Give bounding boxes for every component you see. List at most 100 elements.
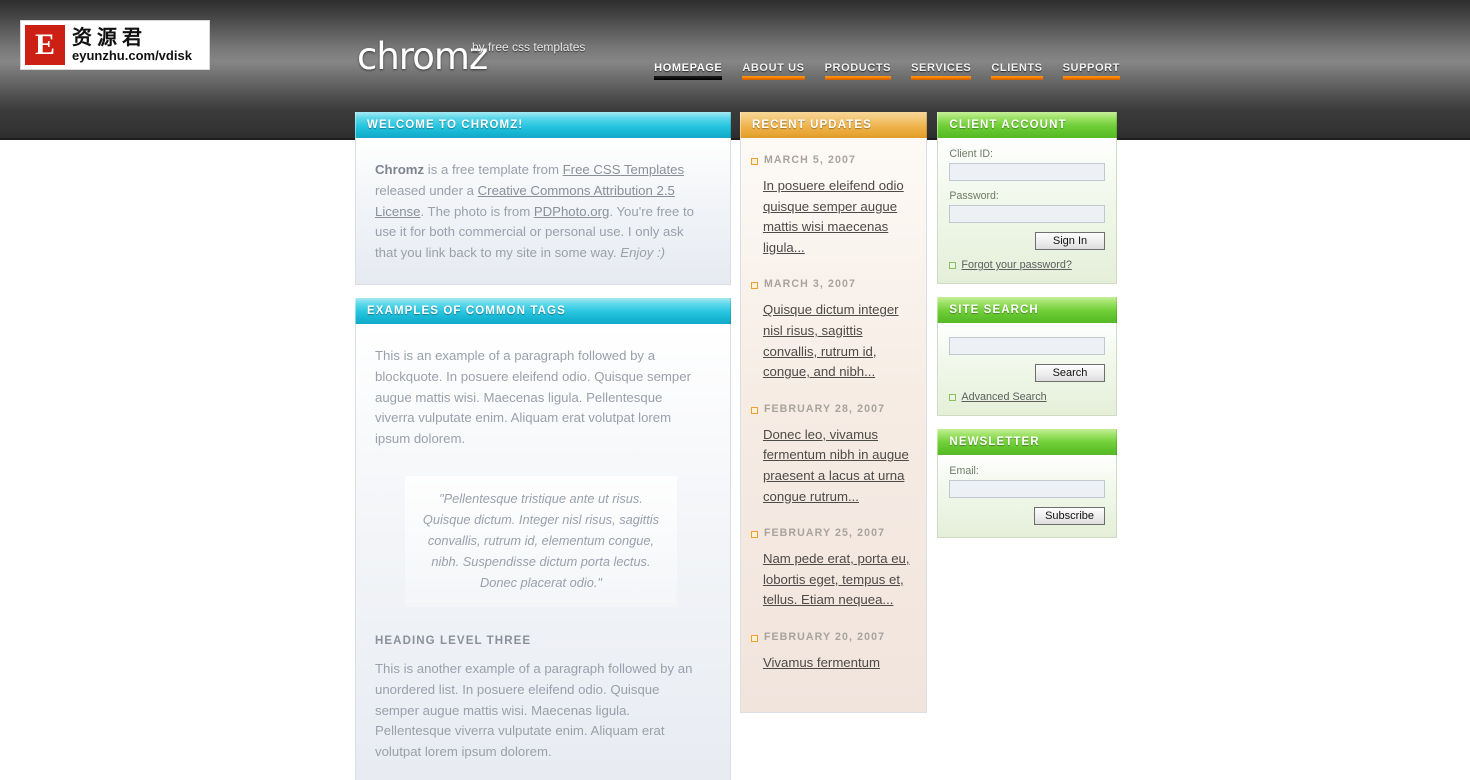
welcome-enjoy-em: Enjoy :) xyxy=(620,245,666,261)
recent-updates-body: MARCH 5, 2007 In posuere eleifend odio q… xyxy=(739,138,928,713)
update-link[interactable]: Nam pede erat, porta eu, lobortis eget, … xyxy=(751,549,914,611)
nav-underline xyxy=(824,76,892,80)
sign-in-button[interactable]: Sign In xyxy=(1035,232,1105,250)
welcome-brand-strong: Chromz xyxy=(375,162,425,177)
bullet-square-icon xyxy=(949,393,957,401)
welcome-paragraph: Chromz is a free template from Free CSS … xyxy=(375,160,705,264)
site-title: chromz xyxy=(357,35,488,78)
newsletter-title: NEWSLETTER xyxy=(949,436,1040,448)
site-search-header: SITE SEARCH xyxy=(937,297,1117,323)
watermark-logo: E 资源君 eyunzhu.com/vdisk xyxy=(20,20,210,70)
nav-underline xyxy=(991,76,1043,80)
forgot-password-row: Forgot your password? xyxy=(949,259,1105,271)
update-date: FEBRUARY 25, 2007 xyxy=(763,527,886,540)
newsletter-email-label: Email: xyxy=(949,465,979,477)
advanced-search-row: Advanced Search xyxy=(949,391,1105,403)
newsletter-panel: NEWSLETTER Email: Subscribe xyxy=(937,429,1117,538)
main-navigation: HOMEPAGE ABOUT US PRODUCTS SERVICES CLIE… xyxy=(654,62,1120,82)
link-pdphoto[interactable]: PDPhoto.org xyxy=(534,204,610,219)
advanced-search-link[interactable]: Advanced Search xyxy=(961,391,1046,403)
examples-blockquote: "Pellentesque tristique ante ut risus. Q… xyxy=(405,475,677,607)
newsletter-header: NEWSLETTER xyxy=(937,429,1117,455)
recent-updates-panel: RECENT UPDATES MARCH 5, 2007 In posuere … xyxy=(739,112,928,713)
bullet-square-icon xyxy=(750,634,758,642)
update-date: MARCH 5, 2007 xyxy=(763,154,856,166)
examples-panel-title: EXAMPLES OF COMMON TAGS xyxy=(367,304,566,317)
update-date: FEBRUARY 20, 2007 xyxy=(763,630,886,643)
nav-underline xyxy=(1062,76,1120,80)
update-link[interactable]: Donec leo, vivamus fermentum nibh in aug… xyxy=(751,425,914,507)
nav-item-clients[interactable]: CLIENTS xyxy=(991,62,1043,82)
nav-label: CLIENTS xyxy=(991,62,1043,74)
recent-updates-header: RECENT UPDATES xyxy=(739,112,928,138)
subscribe-button-row: Subscribe xyxy=(949,507,1105,525)
site-tagline: by free css templates xyxy=(472,40,586,54)
welcome-panel-header: WELCOME TO CHROMZ! xyxy=(355,112,731,138)
client-account-panel: CLIENT ACCOUNT Client ID: Password: Sign… xyxy=(937,112,1117,284)
examples-paragraph-2: This is another example of a paragraph f… xyxy=(375,660,693,760)
nav-item-homepage[interactable]: HOMEPAGE xyxy=(654,62,723,82)
update-link[interactable]: In posuere eleifend odio quisque semper … xyxy=(751,176,914,258)
client-account-title: CLIENT ACCOUNT xyxy=(949,119,1067,131)
site-search-body: Search Advanced Search xyxy=(937,323,1117,416)
page-root: E 资源君 eyunzhu.com/vdisk chromz by free c… xyxy=(0,0,1470,780)
site-search-panel: SITE SEARCH Search Advanced Search xyxy=(937,297,1117,416)
welcome-text-c: released under a xyxy=(375,182,478,198)
examples-panel-body: This is an example of a paragraph follow… xyxy=(355,323,731,780)
client-id-input[interactable] xyxy=(949,163,1105,181)
nav-item-support[interactable]: SUPPORT xyxy=(1062,62,1120,82)
client-id-label: Client ID: xyxy=(949,148,993,160)
nav-item-products[interactable]: PRODUCTS xyxy=(824,62,892,82)
update-link[interactable]: Quisque dictum integer nisl risus, sagit… xyxy=(751,300,914,382)
recent-updates-column: RECENT UPDATES MARCH 5, 2007 In posuere … xyxy=(739,112,928,780)
newsletter-body: Email: Subscribe xyxy=(937,455,1117,538)
search-input[interactable] xyxy=(949,337,1105,355)
update-date-row: MARCH 5, 2007 xyxy=(750,154,914,166)
link-free-css-templates[interactable]: Free CSS Templates xyxy=(563,162,684,177)
watermark-chinese-label: 资源君 xyxy=(72,25,147,50)
examples-heading-three: HEADING LEVEL THREE xyxy=(375,634,532,647)
brand: chromz by free css templates xyxy=(357,35,585,78)
list-item: FEBRUARY 25, 2007 Nam pede erat, porta e… xyxy=(750,527,914,611)
bullet-square-icon xyxy=(949,261,957,269)
nav-underline xyxy=(911,76,972,80)
password-input[interactable] xyxy=(949,205,1105,223)
update-date-row: MARCH 3, 2007 xyxy=(750,278,914,291)
main-column: WELCOME TO CHROMZ! Chromz is a free temp… xyxy=(355,112,731,780)
content-columns: WELCOME TO CHROMZ! Chromz is a free temp… xyxy=(355,112,1117,780)
bullet-square-icon xyxy=(750,406,758,414)
search-button[interactable]: Search xyxy=(1035,364,1105,382)
examples-panel: EXAMPLES OF COMMON TAGS This is an examp… xyxy=(355,297,731,780)
nav-item-about-us[interactable]: ABOUT US xyxy=(742,62,805,82)
update-date-row: FEBRUARY 20, 2007 xyxy=(750,630,914,643)
update-date: MARCH 3, 2007 xyxy=(763,278,856,291)
watermark-text: 资源君 eyunzhu.com/vdisk xyxy=(72,26,192,63)
nav-item-services[interactable]: SERVICES xyxy=(911,62,972,82)
update-date: FEBRUARY 28, 2007 xyxy=(763,402,886,415)
list-item: MARCH 5, 2007 In posuere eleifend odio q… xyxy=(750,154,914,258)
update-link[interactable]: Vivamus fermentum xyxy=(751,653,914,674)
password-label: Password: xyxy=(949,190,999,202)
update-date-row: FEBRUARY 28, 2007 xyxy=(750,402,914,415)
sidebar-column: CLIENT ACCOUNT Client ID: Password: Sign… xyxy=(937,112,1117,780)
welcome-panel-body: Chromz is a free template from Free CSS … xyxy=(355,138,731,285)
welcome-panel-title: WELCOME TO CHROMZ! xyxy=(367,119,524,131)
list-item: FEBRUARY 20, 2007 Vivamus fermentum xyxy=(750,630,914,674)
examples-panel-header: EXAMPLES OF COMMON TAGS xyxy=(355,297,731,324)
update-date-row: FEBRUARY 25, 2007 xyxy=(750,527,914,540)
site-search-title: SITE SEARCH xyxy=(949,304,1039,316)
nav-label: SERVICES xyxy=(911,62,972,74)
client-account-body: Client ID: Password: Sign In Forgot your… xyxy=(937,138,1117,284)
bullet-square-icon xyxy=(750,531,758,539)
forgot-password-link[interactable]: Forgot your password? xyxy=(961,259,1071,271)
nav-label: ABOUT US xyxy=(742,62,805,74)
watermark-url-label: eyunzhu.com/vdisk xyxy=(72,48,192,64)
welcome-text-d: . The photo is from xyxy=(420,203,534,219)
client-account-header: CLIENT ACCOUNT xyxy=(937,112,1117,138)
nav-label: HOMEPAGE xyxy=(654,62,723,74)
subscribe-button[interactable]: Subscribe xyxy=(1034,507,1105,525)
signin-button-row: Sign In xyxy=(949,232,1105,250)
newsletter-email-input[interactable] xyxy=(949,480,1105,498)
search-button-row: Search xyxy=(949,364,1105,382)
